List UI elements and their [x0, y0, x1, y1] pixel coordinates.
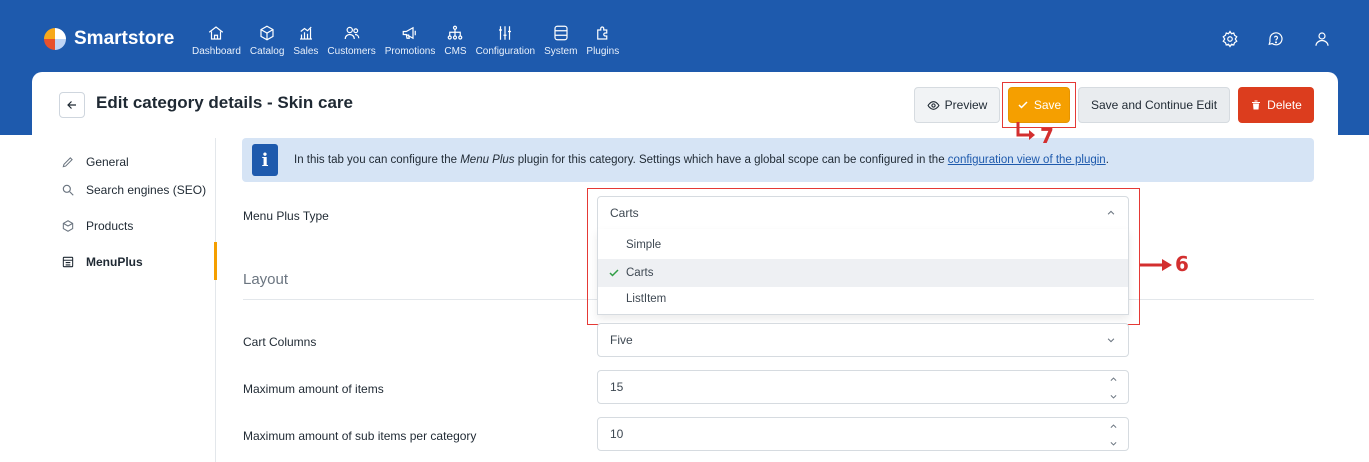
sidebar-item-menuplus[interactable]: MenuPlus [60, 254, 143, 270]
sitemap-icon [444, 22, 466, 44]
brand-name: Smartstore [74, 28, 175, 49]
annotation-marker-6: 6 [1175, 252, 1189, 276]
megaphone-icon [399, 22, 421, 44]
info-text-part: In this tab you can configure the [294, 154, 461, 166]
sidebar: General Search engines (SEO) Products Me… [32, 138, 216, 462]
nav-label: Plugins [586, 46, 620, 57]
chevron-up-icon[interactable] [1109, 422, 1118, 431]
nav-label: Dashboard [192, 46, 241, 57]
sidebar-item-label: Search engines (SEO) [86, 183, 207, 197]
info-text: In this tab you can configure the Menu P… [294, 154, 1109, 166]
nav-configuration[interactable]: Configuration [476, 22, 535, 57]
cube-icon [60, 218, 76, 234]
nav-plugins[interactable]: Plugins [586, 22, 619, 57]
chevron-down-icon [1104, 333, 1118, 347]
config-view-link[interactable]: configuration view of the plugin [948, 154, 1106, 166]
chart-icon [295, 22, 317, 44]
menu-type-label: Menu Plus Type [243, 209, 329, 223]
nav-catalog[interactable]: Catalog [250, 22, 284, 57]
puzzle-icon [592, 22, 614, 44]
info-text-part: plugin for this category. Settings which… [514, 154, 948, 166]
nav-cms[interactable]: CMS [444, 22, 467, 57]
info-text-part: . [1105, 154, 1109, 166]
save-continue-button[interactable]: Save and Continue Edit [1078, 87, 1230, 123]
max-sub-items-input[interactable]: 10 [597, 417, 1129, 451]
info-banner: i In this tab you can configure the Menu… [242, 138, 1314, 182]
chevron-down-icon[interactable] [1109, 439, 1118, 448]
dropdown-highlight-box [587, 188, 1140, 325]
trash-icon [1252, 100, 1261, 110]
delete-button[interactable]: Delete [1238, 87, 1314, 123]
number-stepper[interactable] [1106, 375, 1120, 401]
nav-label: Customers [327, 46, 376, 57]
info-icon: i [252, 144, 278, 176]
nav-sales[interactable]: Sales [293, 22, 318, 57]
delete-label: Delete [1267, 98, 1302, 112]
cart-columns-label: Cart Columns [243, 335, 317, 349]
eye-icon [927, 100, 940, 110]
nav-label: Configuration [475, 46, 536, 57]
nav-label: Promotions [384, 46, 436, 57]
home-icon [205, 22, 227, 44]
top-right-actions [1219, 28, 1333, 50]
nav-label: CMS [444, 46, 467, 57]
chevron-up-icon[interactable] [1109, 375, 1118, 384]
max-items-value: 15 [610, 380, 624, 394]
nav-dashboard[interactable]: Dashboard [192, 22, 241, 57]
nav-label: Catalog [249, 46, 285, 57]
logo-icon [44, 28, 66, 50]
menu-icon [60, 254, 76, 270]
info-plugin-name: Menu Plus [460, 154, 515, 166]
preview-button[interactable]: Preview [914, 87, 1000, 123]
chevron-down-icon[interactable] [1109, 392, 1118, 401]
nav-system[interactable]: System [544, 22, 577, 57]
settings-icon[interactable] [1219, 28, 1241, 50]
cube-icon [256, 22, 278, 44]
brand-logo[interactable]: Smartstore [44, 28, 174, 50]
help-chat-icon[interactable] [1265, 28, 1287, 50]
main-nav: Dashboard Catalog Sales Customers Promot… [192, 22, 628, 57]
sidebar-item-label: General [86, 155, 129, 169]
max-sub-items-value: 10 [610, 427, 624, 441]
save-highlight-box [1002, 82, 1076, 128]
sidebar-item-general[interactable]: General [60, 154, 129, 170]
search-icon [60, 182, 76, 198]
active-tab-indicator [214, 242, 217, 280]
section-layout-title: Layout [243, 271, 289, 288]
max-items-label: Maximum amount of items [243, 382, 384, 396]
number-stepper[interactable] [1106, 422, 1120, 448]
sliders-icon [494, 22, 516, 44]
cart-columns-value: Five [610, 333, 633, 347]
max-items-input[interactable]: 15 [597, 370, 1129, 404]
user-icon[interactable] [1311, 28, 1333, 50]
page-header: Edit category details - Skin care Previe… [32, 72, 1338, 138]
preview-label: Preview [944, 98, 988, 112]
users-icon [341, 22, 363, 44]
nav-label: Sales [293, 46, 319, 57]
page-title: Edit category details - Skin care [96, 93, 353, 112]
arrow-left-icon [67, 101, 76, 109]
nav-label: System [544, 46, 578, 57]
sidebar-item-products[interactable]: Products [60, 218, 133, 234]
nav-customers[interactable]: Customers [327, 22, 376, 57]
pencil-icon [60, 154, 76, 170]
annotation-arrow-icon [1140, 259, 1172, 271]
nav-promotions[interactable]: Promotions [384, 22, 436, 57]
database-icon [550, 22, 572, 44]
max-sub-items-label: Maximum amount of sub items per category [243, 429, 477, 443]
cart-columns-select[interactable]: Five [597, 323, 1129, 357]
save-continue-label: Save and Continue Edit [1090, 98, 1218, 112]
back-button[interactable] [59, 92, 85, 118]
annotation-marker-7: 7 [1040, 124, 1054, 148]
sidebar-item-label: MenuPlus [86, 255, 143, 269]
annotation-arrow-icon [1016, 122, 1035, 140]
sidebar-item-label: Products [86, 219, 134, 233]
sidebar-item-seo[interactable]: Search engines (SEO) [60, 182, 206, 198]
